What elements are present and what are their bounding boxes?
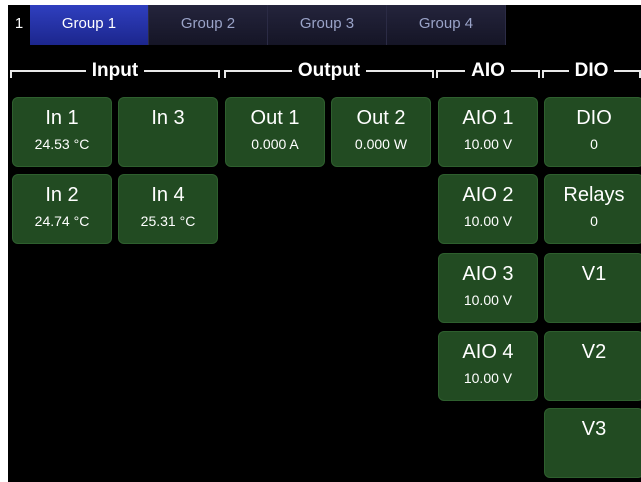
- tile-aio-4[interactable]: AIO 4 10.00 V: [438, 331, 538, 401]
- section-title-dio: DIO: [574, 60, 609, 81]
- tile-aio-3[interactable]: AIO 3 10.00 V: [438, 253, 538, 323]
- tile-value: 0.000 W: [354, 136, 408, 152]
- tab-bar: 1 Group 1 Group 2 Group 3 Group 4: [8, 5, 641, 45]
- divider: [224, 70, 292, 78]
- divider: [366, 70, 435, 78]
- divider: [436, 70, 466, 78]
- tab-group-3[interactable]: Group 3: [268, 5, 387, 45]
- tile-value: 24.74 °C: [34, 213, 90, 229]
- tile-value: 10.00 V: [463, 213, 513, 229]
- tile-name: Relays: [563, 184, 625, 206]
- tab-index: 1: [14, 15, 24, 32]
- divider: [510, 70, 541, 78]
- tile-name: In 3: [151, 107, 185, 129]
- tile-name: Out 2: [356, 107, 406, 129]
- tile-name: V2: [581, 341, 607, 363]
- tile-v2[interactable]: V2: [544, 331, 641, 401]
- tile-aio-2[interactable]: AIO 2 10.00 V: [438, 174, 538, 244]
- divider: [10, 70, 86, 78]
- tile-name: AIO 4: [462, 341, 514, 363]
- tile-name: Out 1: [250, 107, 300, 129]
- divider: [614, 70, 641, 78]
- tile-value: 0: [590, 213, 598, 229]
- section-header-output: Output: [224, 58, 435, 84]
- tile-in-4[interactable]: In 4 25.31 °C: [118, 174, 218, 244]
- tile-value: 10.00 V: [463, 292, 513, 308]
- tab-group-4[interactable]: Group 4: [387, 5, 506, 45]
- tile-name: In 2: [45, 184, 79, 206]
- tile-relays[interactable]: Relays 0: [544, 174, 641, 244]
- tile-value: 24.53 °C: [34, 136, 90, 152]
- section-header-aio: AIO: [436, 58, 541, 84]
- tile-v3[interactable]: V3: [544, 408, 641, 478]
- tile-name: AIO 3: [462, 263, 514, 285]
- tile-name: AIO 1: [462, 107, 514, 129]
- section-header-dio: DIO: [542, 58, 641, 84]
- tab-group-2[interactable]: Group 2: [149, 5, 268, 45]
- tile-out-2[interactable]: Out 2 0.000 W: [331, 97, 431, 167]
- section-title-input: Input: [91, 60, 139, 81]
- tile-in-3[interactable]: In 3: [118, 97, 218, 167]
- tile-name: AIO 2: [462, 184, 514, 206]
- tab-group-1[interactable]: Group 1: [30, 5, 149, 45]
- section-title-output: Output: [297, 60, 361, 81]
- tile-name: V3: [581, 418, 607, 440]
- section-title-aio: AIO: [471, 60, 505, 81]
- tile-value: 10.00 V: [463, 370, 513, 386]
- tile-name: In 1: [45, 107, 79, 129]
- tile-value: 25.31 °C: [140, 213, 196, 229]
- tile-aio-1[interactable]: AIO 1 10.00 V: [438, 97, 538, 167]
- tile-dio[interactable]: DIO 0: [544, 97, 641, 167]
- divider: [144, 70, 220, 78]
- tile-in-2[interactable]: In 2 24.74 °C: [12, 174, 112, 244]
- tile-name: V1: [581, 263, 607, 285]
- tile-value: 10.00 V: [463, 136, 513, 152]
- device-screen: 1 Group 1 Group 2 Group 3 Group 4 Input …: [8, 5, 641, 482]
- tile-v1[interactable]: V1: [544, 253, 641, 323]
- section-header-input: Input: [10, 58, 220, 84]
- tile-out-1[interactable]: Out 1 0.000 A: [225, 97, 325, 167]
- tile-name: DIO: [576, 107, 612, 129]
- tile-value: 0: [590, 136, 598, 152]
- tile-value: 0.000 A: [251, 136, 299, 152]
- divider: [542, 70, 569, 78]
- tile-name: In 4: [151, 184, 185, 206]
- tile-in-1[interactable]: In 1 24.53 °C: [12, 97, 112, 167]
